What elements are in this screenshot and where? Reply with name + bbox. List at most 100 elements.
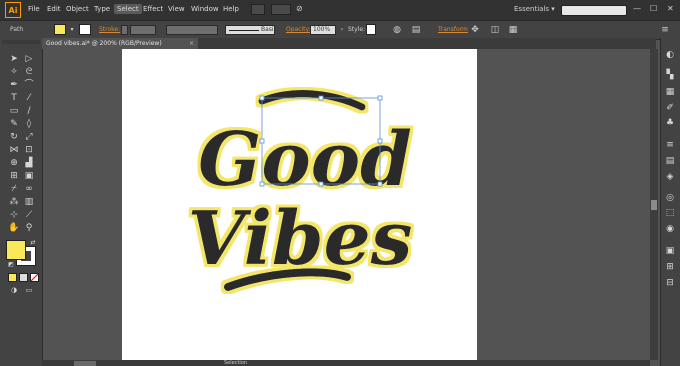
selection-handle[interactable]: [377, 95, 383, 101]
fill-color-box[interactable]: [6, 240, 26, 260]
color-guide-icon[interactable]: ▚: [664, 70, 676, 81]
lettering-artwork[interactable]: Good Vibes: [122, 49, 477, 360]
selection-handle[interactable]: [259, 138, 265, 144]
stroke-link[interactable]: Stroke:: [99, 26, 120, 33]
transform-icon[interactable]: ✥: [470, 25, 480, 35]
selection-handle[interactable]: [318, 95, 324, 101]
document-tab[interactable]: Good vibes.ai* @ 200% (RGB/Preview) ×: [42, 38, 198, 49]
zoom-icon[interactable]: ⚲: [23, 223, 35, 234]
stroke-weight-field[interactable]: [130, 25, 156, 35]
pencil-icon[interactable]: ✎: [8, 119, 20, 130]
swap-colors-icon[interactable]: ⇄: [27, 237, 39, 248]
symbol-sprayer-icon[interactable]: ⁂: [8, 197, 20, 208]
opacity-field[interactable]: 100%: [310, 25, 336, 35]
lasso-icon[interactable]: ᘓ: [23, 67, 35, 78]
gradient-panel-icon[interactable]: ▤: [664, 156, 676, 167]
artboards-panel-icon[interactable]: ▣: [664, 246, 676, 257]
type-icon[interactable]: T: [8, 93, 20, 104]
bridge-button[interactable]: [251, 4, 265, 15]
none-mode-icon[interactable]: [30, 273, 39, 282]
stroke-icon[interactable]: ≡: [664, 140, 676, 151]
magic-wand-icon[interactable]: ✧: [8, 67, 20, 78]
menu-edit[interactable]: Edit: [44, 4, 64, 14]
gradient-mode-icon[interactable]: [19, 273, 28, 282]
align-panel-icon[interactable]: ⊟: [664, 278, 676, 289]
brush-definition[interactable]: Basic: [225, 25, 277, 35]
artboard-icon[interactable]: ⊹: [8, 210, 20, 221]
menu-select[interactable]: Select: [114, 4, 142, 14]
pen-icon[interactable]: ✒: [8, 80, 20, 91]
menu-help[interactable]: Help: [220, 4, 242, 14]
graph-icon[interactable]: ▥: [23, 197, 35, 208]
brushes-icon[interactable]: ✐: [664, 103, 676, 114]
shape-builder-icon[interactable]: ⊕: [8, 158, 20, 169]
menu-object[interactable]: Object: [63, 4, 92, 14]
eyedropper-icon[interactable]: ⌿: [8, 184, 20, 195]
default-colors-icon[interactable]: ◩: [5, 259, 17, 270]
minimize-icon[interactable]: —: [633, 4, 641, 13]
layers-icon[interactable]: ◉: [664, 224, 676, 235]
selection-handle[interactable]: [259, 181, 265, 187]
rotate-icon[interactable]: ↻: [8, 132, 20, 143]
direct-selection-icon[interactable]: ▷: [23, 54, 35, 65]
selection-handle[interactable]: [377, 138, 383, 144]
graphic-styles-icon[interactable]: ⬚: [664, 208, 676, 219]
scrollbar-thumb[interactable]: [651, 200, 657, 210]
selection-handle[interactable]: [377, 181, 383, 187]
transparency-icon[interactable]: ◈: [664, 172, 676, 183]
hand-icon[interactable]: ✋: [8, 223, 20, 234]
rectangle-icon[interactable]: ▭: [8, 106, 20, 117]
blend-icon[interactable]: ∞: [23, 184, 35, 195]
slice-icon[interactable]: ⟋: [23, 210, 35, 221]
menu-window[interactable]: Window: [188, 4, 222, 14]
scale-icon[interactable]: ⤢: [23, 132, 35, 143]
eraser-icon[interactable]: ◊: [23, 119, 35, 130]
selection-icon[interactable]: ➤: [8, 54, 20, 65]
stroke-swatch[interactable]: [79, 24, 91, 35]
paintbrush-icon[interactable]: ∕: [23, 106, 35, 117]
menu-view[interactable]: View: [165, 4, 188, 14]
close-tab-icon[interactable]: ×: [189, 38, 194, 49]
opacity-link[interactable]: Opacity:: [286, 26, 311, 33]
width-icon[interactable]: ⋈: [8, 145, 20, 156]
mesh-icon[interactable]: ⊞: [8, 171, 20, 182]
panel-grip[interactable]: [2, 40, 40, 44]
isolate-icon[interactable]: ◫: [490, 25, 500, 35]
selection-handle[interactable]: [318, 181, 324, 187]
panel-menu-icon[interactable]: ≡: [660, 25, 670, 35]
links-icon[interactable]: ⊞: [664, 262, 676, 273]
chevron-down-icon[interactable]: ▾: [67, 25, 77, 35]
maximize-icon[interactable]: ☐: [650, 4, 657, 13]
artboard[interactable]: Good Vibes: [122, 49, 477, 360]
free-transform-icon[interactable]: ⊡: [23, 145, 35, 156]
menu-effect[interactable]: Effect: [140, 4, 166, 14]
selection-handle[interactable]: [259, 95, 265, 101]
appearance-icon[interactable]: ◎: [664, 193, 676, 204]
gradient-icon[interactable]: ▣: [23, 171, 35, 182]
zoom-field[interactable]: [74, 361, 96, 366]
workspace-switcher[interactable]: Essentials ▾: [514, 5, 555, 13]
gpu-performance-icon[interactable]: ⊘: [296, 4, 303, 13]
chevron-right-icon[interactable]: ›: [337, 25, 347, 35]
arrange-documents-button[interactable]: [271, 4, 291, 15]
line-icon[interactable]: ⁄: [23, 93, 35, 104]
edit-icon[interactable]: ▦: [508, 25, 518, 35]
color-mode-icon[interactable]: [8, 273, 17, 282]
draw-mode-icon[interactable]: ◑: [8, 285, 20, 296]
variable-width-profile[interactable]: [166, 25, 218, 35]
fill-swatch[interactable]: [54, 24, 66, 35]
symbols-icon[interactable]: ♣: [664, 118, 676, 129]
close-icon[interactable]: ✕: [667, 4, 674, 13]
graphic-style-swatch[interactable]: [366, 24, 376, 35]
menu-file[interactable]: File: [25, 4, 43, 14]
swatches-icon[interactable]: ▦: [664, 87, 676, 98]
curvature-icon[interactable]: ⌒: [23, 80, 35, 91]
perspective-icon[interactable]: ▟: [23, 158, 35, 169]
align-icon[interactable]: ▤: [411, 25, 421, 35]
screen-mode-icon[interactable]: ▭: [23, 285, 35, 296]
transform-link[interactable]: Transform: [438, 26, 468, 33]
recolor-artwork-icon[interactable]: ◍: [392, 25, 402, 35]
menu-type[interactable]: Type: [91, 4, 113, 14]
color-icon[interactable]: ◐: [664, 50, 676, 61]
search-input[interactable]: [561, 5, 627, 16]
